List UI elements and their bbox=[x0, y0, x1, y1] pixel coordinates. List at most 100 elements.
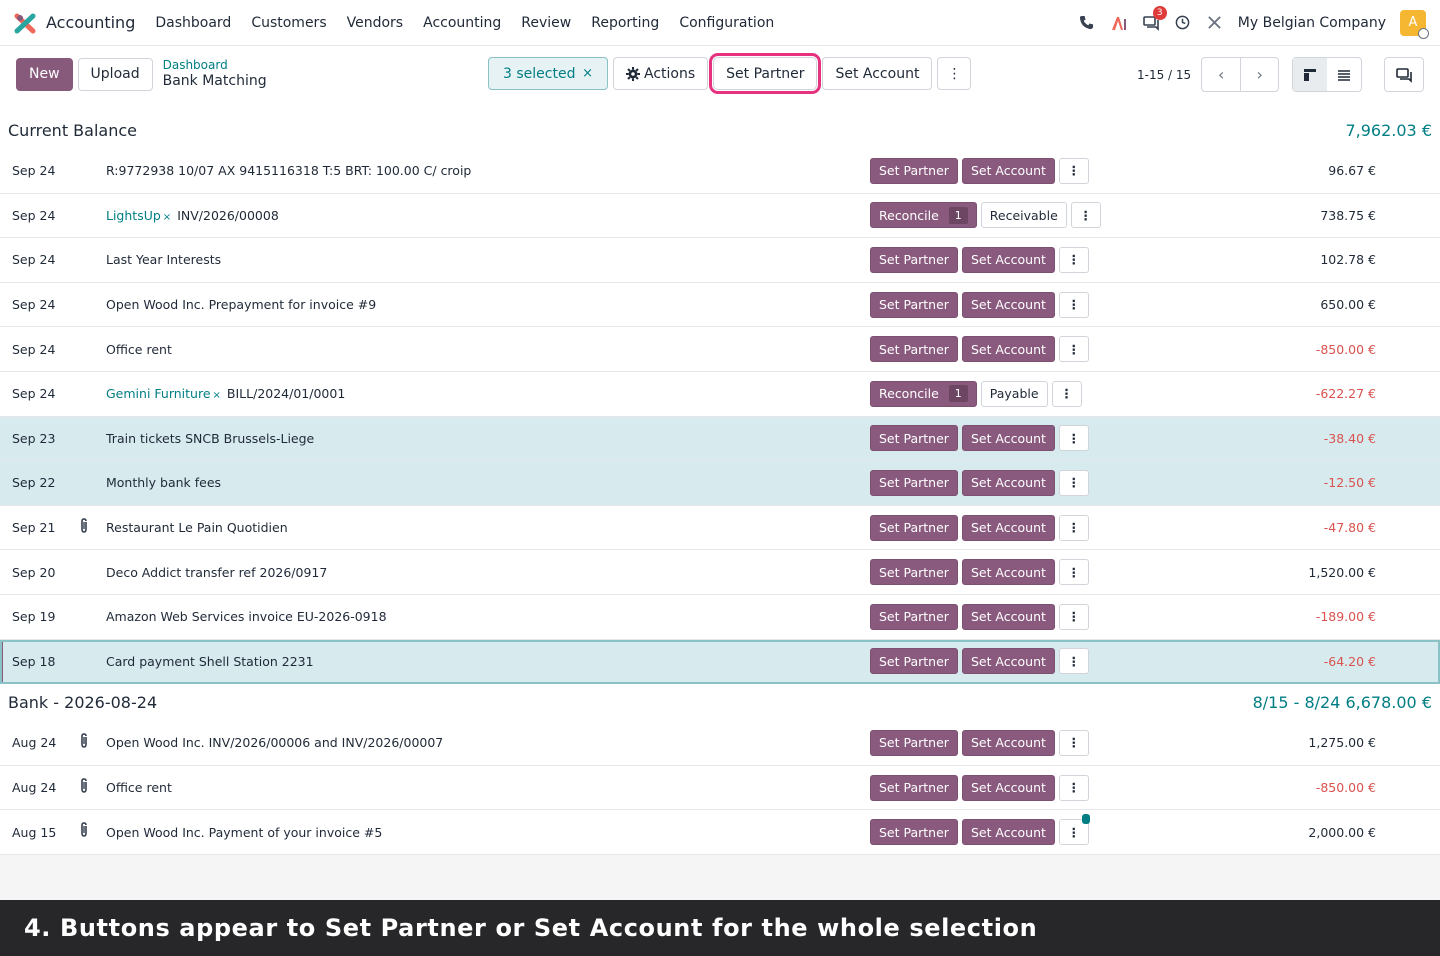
row-more-kebab[interactable]: ⋮ bbox=[1058, 559, 1089, 586]
set-account-button[interactable]: Set Account bbox=[961, 603, 1055, 630]
transaction-row[interactable]: Sep 21 Restaurant Le Pain Quotidien Set Pa… bbox=[0, 505, 1440, 551]
row-more-kebab[interactable]: ⋮ bbox=[1058, 774, 1089, 801]
company-switcher[interactable]: My Belgian Company bbox=[1238, 15, 1386, 31]
partner-tag[interactable]: LightsUp × bbox=[106, 208, 171, 223]
reconcile-button[interactable]: Reconcile 1 bbox=[870, 380, 977, 407]
account-type-button[interactable]: Receivable bbox=[980, 202, 1067, 229]
transaction-row[interactable]: Sep 23 Train tickets SNCB Brussels-Liege S… bbox=[0, 416, 1440, 462]
set-partner-button[interactable]: Set Partner bbox=[870, 648, 958, 675]
new-button[interactable]: New bbox=[16, 57, 73, 91]
set-account-button[interactable]: Set Account bbox=[961, 246, 1055, 273]
set-partner-button[interactable]: Set Partner bbox=[870, 819, 958, 846]
paperclip-icon[interactable] bbox=[62, 822, 106, 842]
set-account-button[interactable]: Set Account bbox=[961, 774, 1055, 801]
set-partner-button[interactable]: Set Partner bbox=[870, 336, 958, 363]
set-partner-button[interactable]: Set Partner bbox=[870, 469, 958, 496]
set-account-button[interactable]: Set Account bbox=[961, 729, 1055, 756]
more-actions-kebab[interactable]: ⋮ bbox=[937, 57, 972, 90]
selection-counter[interactable]: 3 selected × bbox=[488, 57, 608, 90]
remove-partner-icon[interactable]: × bbox=[213, 390, 221, 401]
transaction-row[interactable]: Sep 24 Gemini Furniture × BILL/2024/01/0001… bbox=[0, 371, 1440, 417]
row-more-kebab[interactable]: ⋮ bbox=[1058, 729, 1089, 756]
paperclip-icon[interactable] bbox=[62, 777, 106, 798]
set-account-button[interactable]: Set Account bbox=[961, 469, 1055, 496]
clock-icon[interactable] bbox=[1174, 14, 1192, 32]
menu-configuration[interactable]: Configuration bbox=[679, 15, 774, 31]
set-account-button[interactable]: Set Account bbox=[961, 648, 1055, 675]
set-account-bulk-button[interactable]: Set Account bbox=[822, 57, 933, 90]
set-partner-button[interactable]: Set Partner bbox=[870, 729, 958, 756]
set-partner-button[interactable]: Set Partner bbox=[870, 157, 958, 184]
menu-reporting[interactable]: Reporting bbox=[591, 15, 659, 31]
set-account-button[interactable]: Set Account bbox=[961, 157, 1055, 184]
row-more-kebab[interactable]: ⋮ bbox=[1058, 425, 1089, 452]
transaction-row[interactable]: Sep 24 Last Year Interests Set Partner Set … bbox=[0, 238, 1440, 283]
set-account-button[interactable]: Set Account bbox=[961, 819, 1055, 846]
transaction-row[interactable]: Aug 24 Open Wood Inc. INV/2026/00006 and … bbox=[0, 721, 1440, 766]
user-avatar[interactable]: A bbox=[1400, 9, 1429, 39]
reconcile-button[interactable]: Reconcile 1 bbox=[870, 202, 977, 229]
chatter-toggle-icon[interactable] bbox=[1384, 57, 1424, 92]
kebab-icon: ⋮ bbox=[1067, 780, 1081, 796]
set-account-button[interactable]: Set Account bbox=[961, 425, 1055, 452]
account-type-button[interactable]: Payable bbox=[980, 380, 1048, 407]
menu-accounting[interactable]: Accounting bbox=[423, 15, 501, 31]
set-partner-button[interactable]: Set Partner bbox=[870, 291, 958, 318]
transaction-row[interactable]: Sep 24 Open Wood Inc. Prepayment for invo… bbox=[0, 282, 1440, 328]
pager-next-icon[interactable]: › bbox=[1240, 58, 1278, 91]
row-more-kebab[interactable]: ⋮ bbox=[1058, 157, 1089, 184]
clear-selection-icon[interactable]: × bbox=[582, 66, 593, 81]
transaction-row[interactable]: Sep 22 Monthly bank fees Set Partner Set Ac… bbox=[0, 461, 1440, 506]
pager-previous-icon[interactable]: ‹ bbox=[1202, 58, 1240, 91]
row-more-kebab[interactable]: ⋮ bbox=[1070, 202, 1101, 229]
upload-button[interactable]: Upload bbox=[77, 57, 153, 91]
set-partner-button[interactable]: Set Partner bbox=[870, 603, 958, 630]
breadcrumb-dashboard[interactable]: Dashboard bbox=[163, 58, 267, 72]
transaction-row[interactable]: Sep 24 R:9772938 10/07 AX 9415116318 T:5 … bbox=[0, 149, 1440, 194]
menu-vendors[interactable]: Vendors bbox=[347, 15, 403, 31]
transaction-row[interactable]: Sep 18 Card payment Shell Station 2231 Set… bbox=[0, 639, 1440, 685]
row-more-kebab[interactable]: ⋮ bbox=[1051, 380, 1082, 407]
partner-tag[interactable]: Gemini Furniture × bbox=[106, 386, 221, 401]
row-more-kebab[interactable]: ⋮ bbox=[1058, 469, 1089, 496]
transaction-row[interactable]: Sep 24 LightsUp × INV/2026/00008 Reconcile 1 R… bbox=[0, 193, 1440, 239]
list-view-icon[interactable] bbox=[1327, 58, 1361, 91]
set-partner-button[interactable]: Set Partner bbox=[870, 425, 958, 452]
paperclip-icon[interactable] bbox=[62, 733, 106, 753]
transaction-row[interactable]: Aug 24 Office rent Set Partner Set Account ⋮… bbox=[0, 765, 1440, 811]
set-account-button[interactable]: Set Account bbox=[961, 291, 1055, 318]
row-more-kebab[interactable]: ⋮ bbox=[1058, 514, 1089, 541]
app-name[interactable]: Accounting bbox=[46, 13, 135, 32]
set-partner-button[interactable]: Set Partner bbox=[870, 774, 958, 801]
paperclip-icon[interactable] bbox=[62, 517, 106, 538]
phone-icon[interactable] bbox=[1078, 14, 1096, 32]
set-partner-bulk-button[interactable]: Set Partner bbox=[709, 53, 822, 94]
set-account-button[interactable]: Set Account bbox=[961, 336, 1055, 363]
messages-icon[interactable]: 3 bbox=[1142, 5, 1167, 32]
set-partner-button[interactable]: Set Partner bbox=[870, 514, 958, 541]
row-more-kebab[interactable]: ⋮ bbox=[1058, 291, 1089, 318]
kanban-view-icon[interactable] bbox=[1293, 58, 1327, 91]
row-more-kebab[interactable]: ⋮ bbox=[1058, 648, 1089, 675]
remove-partner-icon[interactable]: × bbox=[163, 212, 171, 223]
transaction-row[interactable]: Sep 19 Amazon Web Services invoice EU-202… bbox=[0, 594, 1440, 640]
tools-icon[interactable] bbox=[1206, 14, 1224, 32]
row-more-kebab[interactable]: ⋮ bbox=[1058, 246, 1089, 273]
actions-button[interactable]: Actions bbox=[613, 57, 709, 90]
set-account-button[interactable]: Set Account bbox=[961, 559, 1055, 586]
accounting-app-icon[interactable] bbox=[14, 12, 36, 34]
menu-customers[interactable]: Customers bbox=[251, 15, 326, 31]
row-more-kebab[interactable]: ⋮ bbox=[1058, 814, 1090, 846]
set-partner-button[interactable]: Set Partner bbox=[870, 559, 958, 586]
row-more-kebab[interactable]: ⋮ bbox=[1058, 336, 1089, 363]
menu-dashboard[interactable]: Dashboard bbox=[155, 15, 231, 31]
transaction-row[interactable]: Aug 15 Open Wood Inc. Payment of your inv… bbox=[0, 810, 1440, 855]
set-partner-button[interactable]: Set Partner bbox=[870, 246, 958, 273]
transaction-row[interactable]: Sep 24 Office rent Set Partner Set Account ⋮… bbox=[0, 327, 1440, 372]
menu-review[interactable]: Review bbox=[521, 15, 571, 31]
transaction-row[interactable]: Sep 20 Deco Addict transfer ref 2026/0917… bbox=[0, 550, 1440, 595]
ai-icon[interactable] bbox=[1110, 14, 1128, 32]
row-more-kebab[interactable]: ⋮ bbox=[1058, 603, 1089, 630]
pager-value[interactable]: 1-15 / 15 bbox=[1137, 68, 1191, 82]
set-account-button[interactable]: Set Account bbox=[961, 514, 1055, 541]
